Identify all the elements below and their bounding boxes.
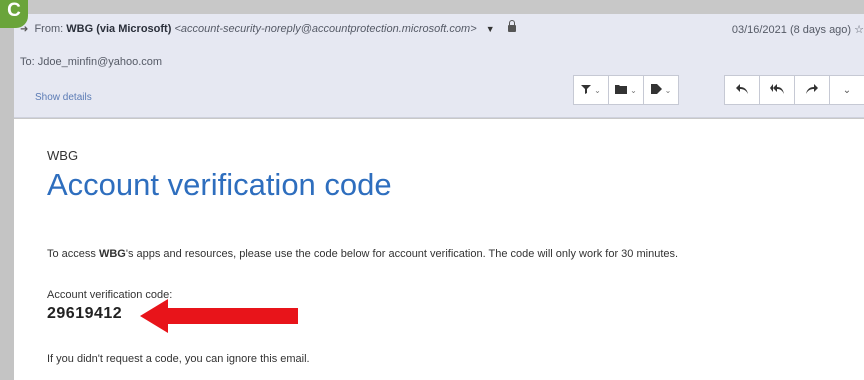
chevron-down-icon: ⌄ [630,85,637,95]
step-badge: C [0,0,28,28]
filter-icon [581,83,592,97]
org-name: WBG [47,148,79,163]
lock-icon [507,20,516,32]
reply-button[interactable] [724,75,760,105]
sender-name[interactable]: WBG (via Microsoft) [66,23,171,35]
tag-button[interactable]: ⌄ [643,75,679,105]
move-folder-button[interactable]: ⌄ [608,75,644,105]
chevron-down-icon: ⌄ [664,85,672,95]
email-body: WBG Account verification code To access … [14,119,864,380]
toolbar-respond: ⌄ [724,75,864,105]
forward-icon [806,83,818,97]
reply-all-icon [770,83,784,97]
reply-all-button[interactable] [759,75,795,105]
page-title: Account verification code [47,167,392,202]
instructions-prefix: To access [47,248,99,260]
instructions-rest: 's apps and resources, please use the co… [125,248,679,260]
red-arrow-annotation [140,299,298,333]
toolbar-organize: ⌄ ⌄ ⌄ [573,75,679,105]
more-actions-button[interactable]: ⌄ [829,75,864,105]
tag-icon [650,83,662,97]
to-address[interactable]: Jdoe_minfin@yahoo.com [38,56,162,68]
from-label: From: [34,23,64,35]
to-row: To: Jdoe_minfin@yahoo.com [20,56,162,68]
instructions-org: WBG [98,248,126,260]
more-chevron-icon: ⌄ [842,84,852,96]
ignore-notice: If you didn't request a code, you can ig… [47,353,310,365]
instructions-text: To access WBG's apps and resources, plea… [47,248,678,260]
filter-button[interactable]: ⌄ [573,75,609,105]
show-details-link[interactable]: Show details [35,92,92,103]
folder-icon [615,83,628,97]
verification-code[interactable]: 29619412 [47,305,122,323]
to-label: To: [20,56,35,68]
email-date: 03/16/2021 (8 days ago) ☆ [731,24,864,36]
chevron-down-icon: ⌄ [594,85,601,95]
left-gutter [0,0,14,380]
forward-button[interactable] [794,75,830,105]
sender-dropdown-icon[interactable]: ▼ [486,24,495,34]
reply-icon [736,83,748,97]
from-row: ➜ From: WBG (via Microsoft) <account-sec… [20,20,516,35]
sender-email[interactable]: <account-security-noreply@accountprotect… [174,23,476,35]
